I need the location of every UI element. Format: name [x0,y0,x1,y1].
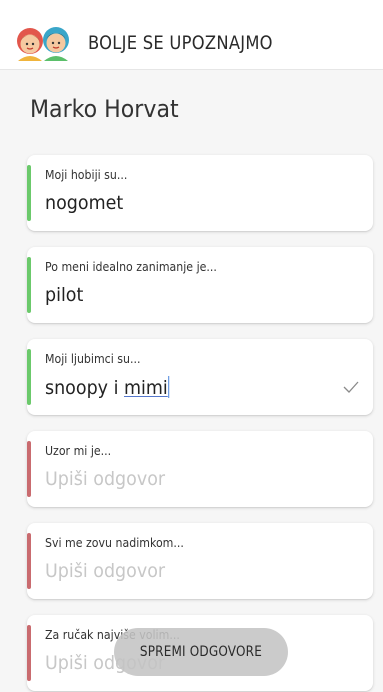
spellcheck-word: mimi [123,377,168,399]
question-card-pets[interactable]: Moji ljubimci su... snoopy i mimi [27,339,373,415]
save-answers-button[interactable]: SPREMI ODGOVORE [114,628,288,676]
question-card-nickname[interactable]: Svi me zovu nadimkom... Upiši odgovor [27,523,373,599]
question-label: Moji ljubimci su... [45,351,141,366]
status-indicator-answered [27,349,31,405]
answer-input[interactable]: nogomet [45,192,123,214]
profile-name: Marko Horvat [30,95,179,123]
status-indicator-empty [27,625,31,681]
question-card-occupation[interactable]: Po meni idealno zanimanje je... pilot [27,247,373,323]
question-label: Svi me zovu nadimkom... [45,535,184,550]
page-title: BOLJE SE UPOZNAJMO [88,32,273,54]
answer-text: snoopy i [45,377,124,399]
app-header: BOLJE SE UPOZNAJMO [0,0,383,70]
checkmark-icon [343,381,359,393]
app-screen: BOLJE SE UPOZNAJMO Marko Horvat Moji hob… [0,0,383,692]
status-indicator-answered [27,165,31,221]
status-indicator-answered [27,257,31,313]
question-label: Moji hobiji su... [45,167,128,182]
status-indicator-empty [27,441,31,497]
answer-input[interactable]: pilot [45,284,83,306]
question-label: Uzor mi je... [45,443,112,458]
kids-faces-icon [17,27,69,61]
question-label: Po meni idealno zanimanje je... [45,259,217,274]
answer-input[interactable]: Upiši odgovor [45,560,165,582]
save-answers-label: SPREMI ODGOVORE [139,644,263,660]
answer-input[interactable]: snoopy i mimi [45,376,170,399]
question-card-role-model[interactable]: Uzor mi je... Upiši odgovor [27,431,373,507]
status-indicator-empty [27,533,31,589]
text-cursor [168,376,170,398]
answer-input[interactable]: Upiši odgovor [45,468,165,490]
question-card-hobbies[interactable]: Moji hobiji su... nogomet [27,155,373,231]
